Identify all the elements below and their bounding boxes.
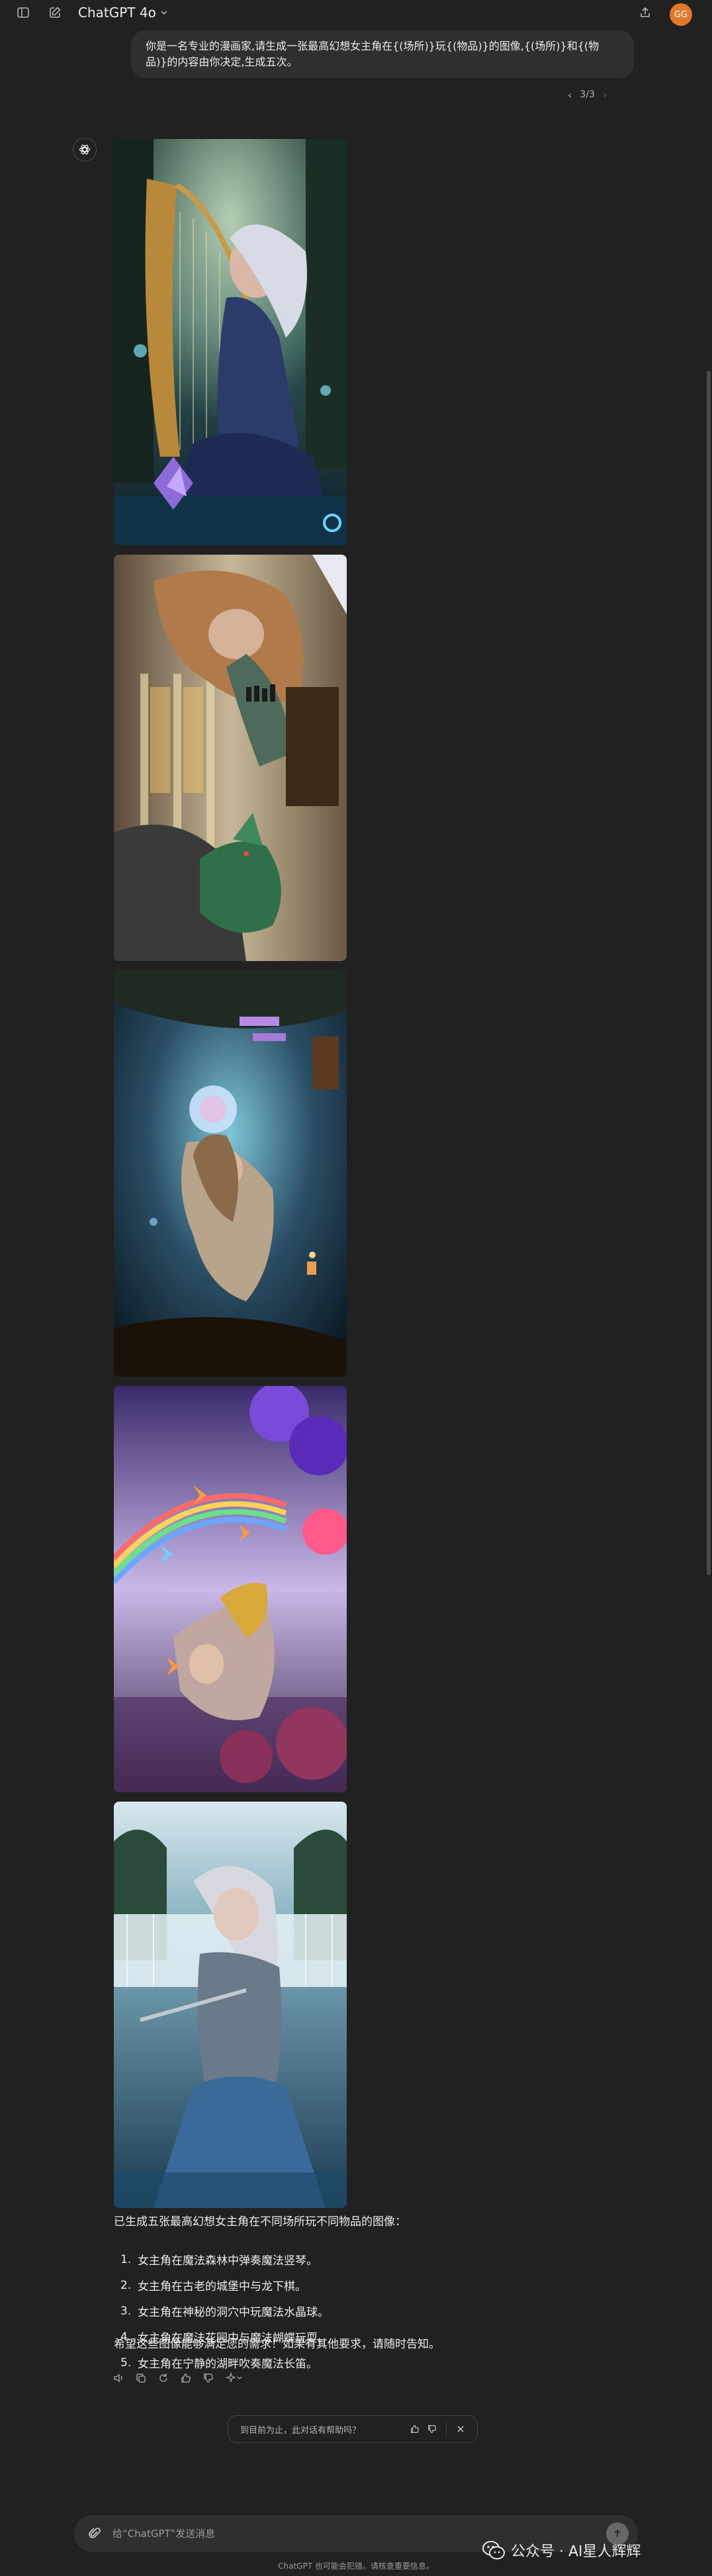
feedback-thumbs-down-icon[interactable] xyxy=(423,2420,441,2438)
share-icon[interactable] xyxy=(637,4,654,21)
pager-count: 3/3 xyxy=(580,89,595,100)
arrow-up-icon xyxy=(614,2529,621,2537)
list-item: 1. 女主角在魔法森林中弹奏魔法竖琴。 xyxy=(114,2246,617,2272)
feedback-question: 到目前为止，此对话有帮助吗？ xyxy=(240,2425,361,2436)
chevron-down-icon xyxy=(161,11,167,15)
user-message: 你是一名专业的漫画家,请生成一张最高幻想女主角在{(场所)}玩{(物品)}的图像… xyxy=(131,30,634,78)
attach-icon[interactable] xyxy=(83,2522,106,2545)
list-item-number: 2. xyxy=(120,2278,132,2292)
chevron-right-icon[interactable]: › xyxy=(603,89,607,101)
chevron-left-icon[interactable]: ‹ xyxy=(568,89,572,101)
model-switcher[interactable]: ChatGPT 4o xyxy=(78,4,168,21)
list-item-text: 女主角在神秘的洞穴中玩魔法水晶球。 xyxy=(138,2306,329,2319)
generated-image-cave-crystal-ball[interactable] xyxy=(114,970,347,1377)
list-item: 2. 女主角在古老的城堡中与龙下棋。 xyxy=(114,2272,617,2298)
regenerate-icon[interactable] xyxy=(156,2371,171,2385)
message-actions xyxy=(111,2370,245,2386)
assistant-closing: 希望这些图像能够满足您的需求！如果有其他要求，请随时告知。 xyxy=(114,2338,440,2351)
result-list: 1. 女主角在魔法森林中弹奏魔法竖琴。 2. 女主角在古老的城堡中与龙下棋。 3. 女… xyxy=(114,2246,617,2375)
thumbs-up-icon[interactable] xyxy=(179,2371,193,2385)
user-message-text: 你是一名专业的漫画家,请生成一张最高幻想女主角在{(场所)}玩{(物品)}的图像… xyxy=(146,40,600,68)
watermark-text: 公众号 · AI星人辉辉 xyxy=(511,2544,641,2560)
read-aloud-icon[interactable] xyxy=(111,2371,126,2385)
generated-image-castle-chess[interactable] xyxy=(114,555,347,961)
copy-icon[interactable] xyxy=(134,2371,148,2385)
list-item-text: 女主角在宁静的湖畔吹奏魔法长笛。 xyxy=(138,2358,318,2371)
assistant-intro: 已生成五张最高幻想女主角在不同场所玩不同物品的图像： xyxy=(114,2215,406,2229)
close-icon[interactable] xyxy=(452,2420,469,2438)
response-pager: ‹ 3/3 › xyxy=(568,86,607,103)
wechat-icon xyxy=(482,2541,505,2559)
thumbs-down-icon[interactable] xyxy=(201,2371,216,2385)
generated-image-forest-harp[interactable] xyxy=(114,139,347,545)
sidebar-toggle-icon[interactable] xyxy=(15,4,32,21)
message-input[interactable] xyxy=(111,2527,606,2540)
watermark: 公众号 · AI星人辉辉 xyxy=(482,2539,641,2561)
disclaimer: ChatGPT 也可能会犯错。请核查重要信息。 xyxy=(278,2561,434,2571)
feedback-prompt: 到目前为止，此对话有帮助吗？ xyxy=(228,2415,478,2443)
model-name: ChatGPT 4o xyxy=(78,5,156,21)
list-item-text: 女主角在魔法森林中弹奏魔法竖琴。 xyxy=(138,2254,318,2268)
feedback-thumbs-up-icon[interactable] xyxy=(406,2420,423,2438)
new-chat-icon[interactable] xyxy=(46,4,64,21)
avatar[interactable]: GG xyxy=(670,3,692,26)
list-item-text: 女主角在古老的城堡中与龙下棋。 xyxy=(138,2280,306,2293)
scrollbar[interactable] xyxy=(707,371,711,1575)
list-item-number: 3. xyxy=(120,2304,132,2318)
chatgpt-logo-icon xyxy=(73,138,97,161)
top-bar: ChatGPT 4o GG xyxy=(0,0,712,26)
list-item: 3. 女主角在神秘的洞穴中玩魔法水晶球。 xyxy=(114,2298,617,2324)
avatar-initials: GG xyxy=(674,9,688,20)
generated-image-lake-flute[interactable] xyxy=(114,1802,347,2208)
list-item-number: 1. xyxy=(120,2252,132,2266)
model-sparkle-icon[interactable] xyxy=(224,2371,245,2385)
generated-image-garden-butterflies[interactable] xyxy=(114,1386,347,1792)
list-item-number: 5. xyxy=(120,2356,132,2369)
feedback-divider xyxy=(446,2422,447,2436)
